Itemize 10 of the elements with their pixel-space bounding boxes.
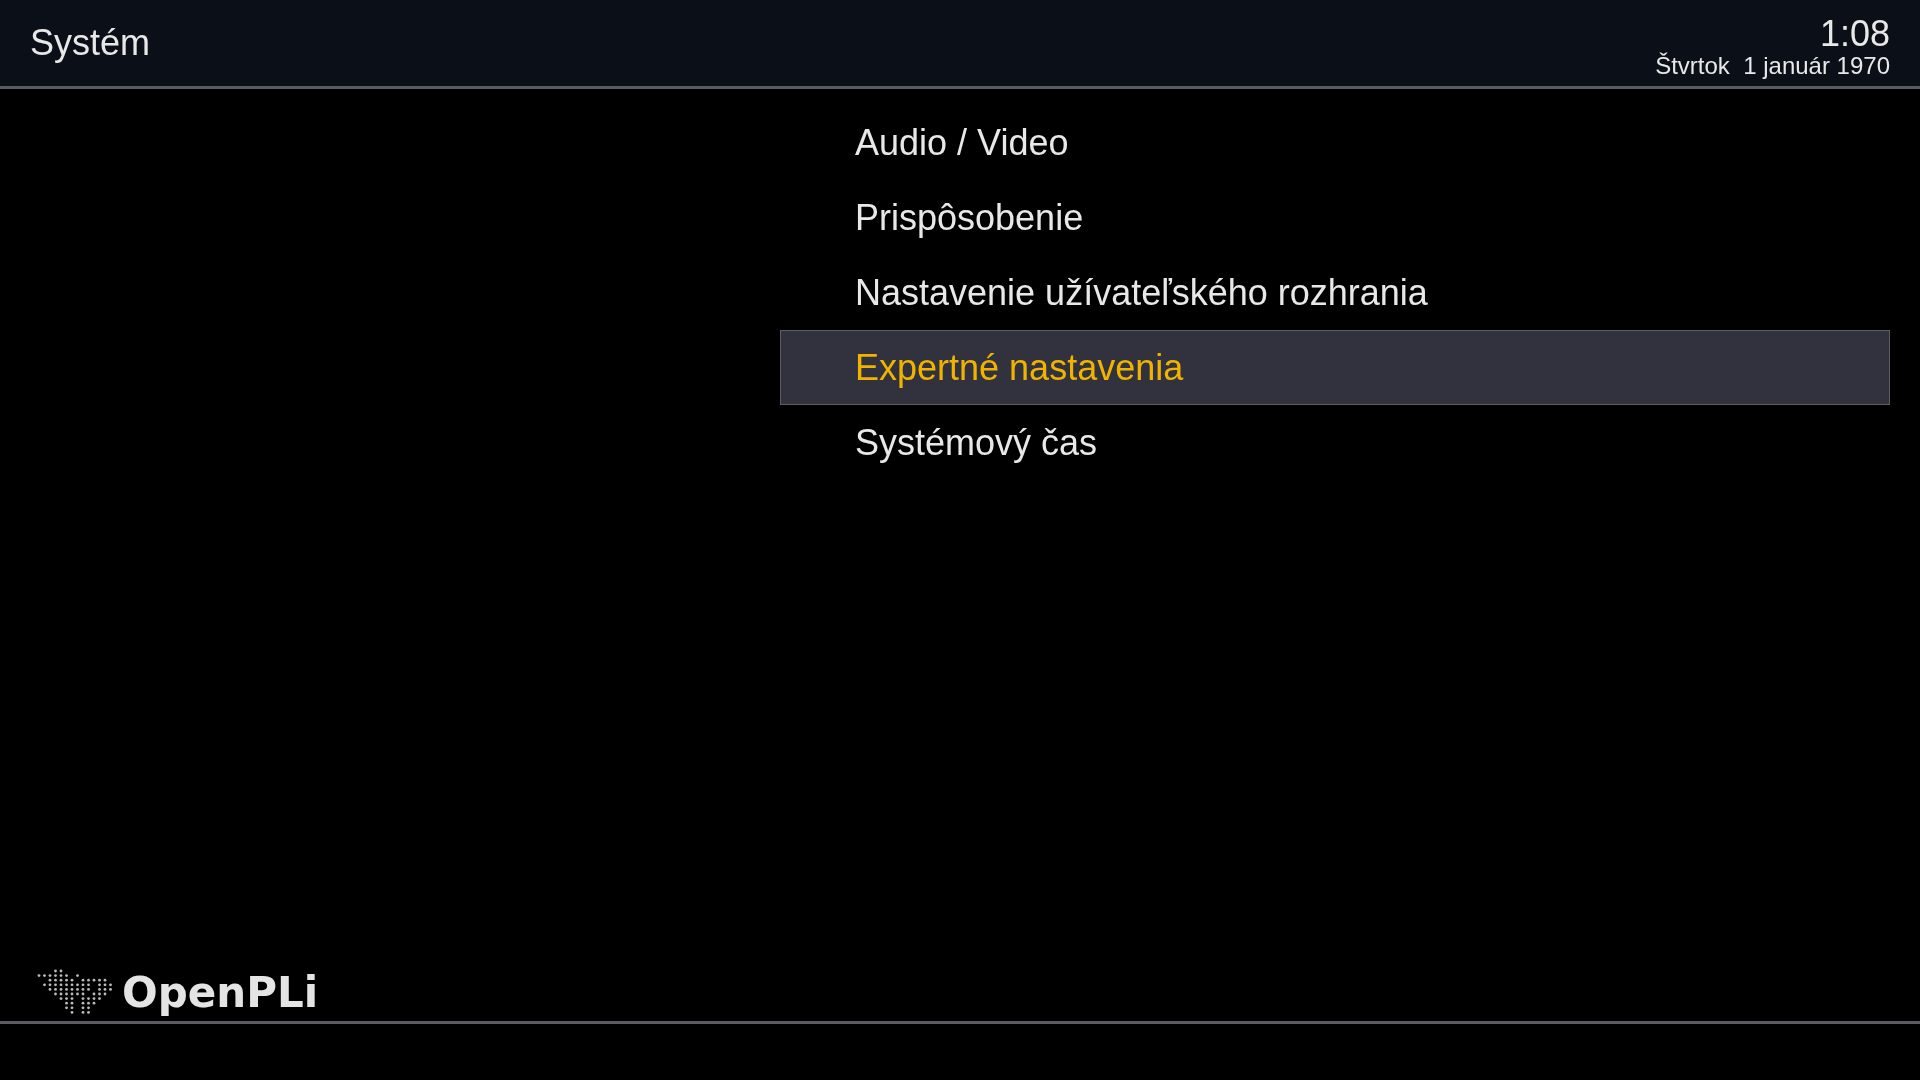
menu-item[interactable]: Prispôsobenie — [780, 180, 1890, 255]
logo-text: OpenPLi — [122, 967, 319, 1017]
clock-time: 1:08 — [1819, 16, 1890, 52]
menu-item[interactable]: Expertné nastavenia — [780, 330, 1890, 405]
clock-date: Štvrtok 1 január 1970 — [1655, 54, 1890, 78]
world-map-icon — [36, 968, 114, 1016]
menu-item[interactable]: Nastavenie užívateľského rozhrania — [780, 255, 1890, 330]
menu-item[interactable]: Audio / Video — [780, 105, 1890, 180]
screen-title: Systém — [30, 22, 151, 64]
menu-item[interactable]: Systémový čas — [780, 405, 1890, 480]
